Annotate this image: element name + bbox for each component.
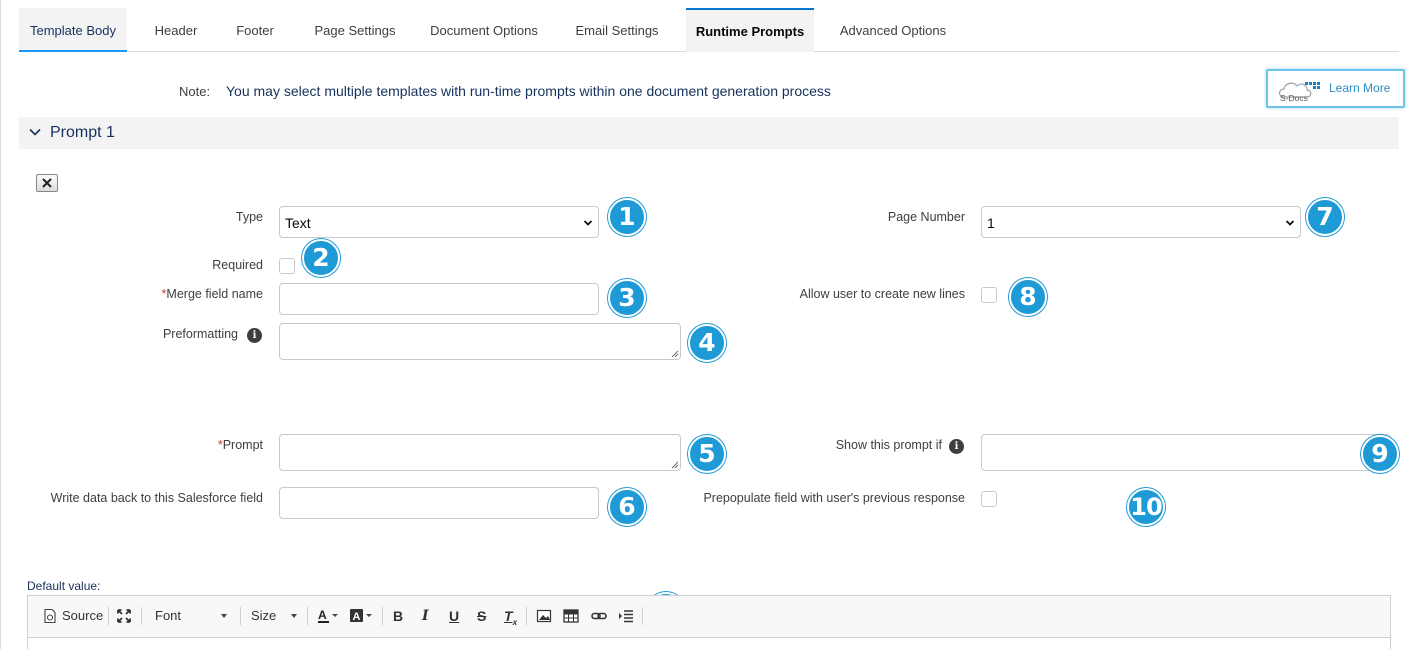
resize-grip-icon[interactable] bbox=[671, 350, 679, 358]
indent-icon[interactable] bbox=[618, 608, 634, 624]
prepopulate-checkbox[interactable] bbox=[981, 491, 997, 507]
tab-page-settings[interactable]: Page Settings bbox=[303, 8, 407, 52]
annotation-badge: 8 bbox=[1009, 278, 1047, 316]
type-label: Type bbox=[235, 210, 263, 224]
bold-button[interactable]: B bbox=[393, 596, 403, 636]
italic-button[interactable]: I bbox=[422, 596, 429, 636]
tab-email-settings[interactable]: Email Settings bbox=[567, 8, 667, 52]
allow-new-lines-label: Allow user to create new lines bbox=[799, 287, 965, 301]
tab-header[interactable]: Header bbox=[141, 8, 211, 52]
resize-grip-icon[interactable] bbox=[671, 461, 679, 469]
default-value-editor-body[interactable] bbox=[28, 637, 1390, 649]
required-label: Required bbox=[212, 258, 263, 272]
required-checkbox[interactable] bbox=[279, 258, 295, 274]
remove-format-button[interactable]: Tx bbox=[504, 596, 517, 636]
default-value-editor: Source Font Size A A B I U S Tx bbox=[27, 595, 1391, 649]
chevron-down-icon bbox=[1286, 220, 1294, 226]
prompt-section-header[interactable]: Prompt 1 bbox=[19, 117, 1399, 149]
page-left-border bbox=[0, 0, 1, 649]
source-button[interactable]: Source bbox=[62, 596, 103, 636]
annotation-badge: 5 bbox=[688, 435, 726, 473]
prepopulate-label: Prepopulate field with user's previous r… bbox=[703, 491, 965, 505]
allow-new-lines-checkbox[interactable] bbox=[981, 287, 997, 303]
annotation-badge: 2 bbox=[302, 239, 340, 277]
svg-text:A: A bbox=[353, 611, 361, 623]
chevron-down-icon bbox=[29, 128, 41, 136]
type-select[interactable]: Text bbox=[279, 206, 599, 238]
toolbar-separator bbox=[108, 607, 109, 625]
table-icon[interactable] bbox=[563, 608, 579, 624]
annotation-badge: 10 bbox=[1127, 488, 1165, 526]
source-icon[interactable] bbox=[42, 608, 58, 624]
show-prompt-if-input[interactable] bbox=[981, 434, 1391, 471]
prompt-label-text: Prompt bbox=[222, 438, 263, 452]
learn-more-label: Learn More bbox=[1329, 81, 1391, 95]
toolbar-separator bbox=[307, 607, 308, 625]
prompt-textarea[interactable] bbox=[279, 434, 681, 471]
size-dropdown[interactable]: Size bbox=[251, 596, 276, 636]
annotation-badge: 7 bbox=[1306, 198, 1344, 236]
page-number-select[interactable]: 1 bbox=[981, 206, 1301, 238]
merge-field-name-label: *Merge field name bbox=[162, 287, 263, 301]
s-docs-logo-icon: S-Docs bbox=[1278, 82, 1320, 103]
caret-down-icon bbox=[291, 614, 297, 618]
write-back-label: Write data back to this Salesforce field bbox=[50, 491, 263, 505]
merge-field-name-text: Merge field name bbox=[166, 287, 263, 301]
underline-button[interactable]: U bbox=[449, 596, 459, 636]
page-number-select-value: 1 bbox=[987, 215, 995, 231]
note-label: Note: bbox=[179, 84, 211, 99]
remove-format-label: T bbox=[504, 608, 513, 624]
annotation-badge: 9 bbox=[1361, 435, 1399, 473]
annotation-badge: 6 bbox=[608, 488, 646, 526]
toolbar-separator bbox=[141, 607, 142, 625]
tab-advanced-options[interactable]: Advanced Options bbox=[831, 8, 955, 52]
link-icon[interactable] bbox=[591, 608, 607, 624]
caret-down-icon bbox=[221, 614, 227, 618]
annotation-badge: 4 bbox=[688, 324, 726, 362]
tab-bar: Template Body Header Footer Page Setting… bbox=[19, 8, 1399, 52]
svg-text:A: A bbox=[318, 608, 327, 622]
toolbar-separator bbox=[526, 607, 527, 625]
tab-runtime-prompts[interactable]: Runtime Prompts bbox=[686, 8, 814, 52]
default-value-label: Default value: bbox=[27, 579, 101, 593]
learn-more-button[interactable]: S-Docs Learn More bbox=[1266, 69, 1405, 108]
annotation-badge: 3 bbox=[608, 279, 646, 317]
close-icon bbox=[42, 178, 52, 188]
toolbar-separator bbox=[240, 607, 241, 625]
info-icon[interactable]: i bbox=[949, 439, 964, 454]
font-dropdown[interactable]: Font bbox=[155, 596, 181, 636]
strikethrough-button[interactable]: S bbox=[477, 596, 486, 636]
annotation-badge: 1 bbox=[608, 198, 646, 236]
tab-document-options[interactable]: Document Options bbox=[423, 8, 545, 52]
toolbar-separator bbox=[642, 607, 643, 625]
image-icon[interactable] bbox=[536, 608, 552, 624]
tab-footer[interactable]: Footer bbox=[225, 8, 285, 52]
show-prompt-if-label: Show this prompt if bbox=[835, 438, 942, 452]
chevron-down-icon bbox=[584, 220, 592, 226]
page-number-label: Page Number bbox=[887, 210, 965, 224]
preformatting-label: Preformatting bbox=[162, 327, 238, 341]
background-color-icon[interactable]: A bbox=[349, 608, 373, 624]
prompt-label: *Prompt bbox=[218, 438, 263, 452]
toolbar-separator bbox=[382, 607, 383, 625]
prompt-section-title: Prompt 1 bbox=[50, 124, 115, 141]
maximize-icon[interactable] bbox=[116, 608, 132, 624]
preformatting-textarea[interactable] bbox=[279, 323, 681, 360]
s-docs-logo-text: S-Docs bbox=[1280, 93, 1308, 103]
merge-field-name-input[interactable] bbox=[279, 283, 599, 315]
info-icon[interactable]: i bbox=[247, 328, 262, 343]
remove-prompt-button[interactable] bbox=[36, 174, 58, 192]
write-back-field-input[interactable] bbox=[279, 487, 599, 519]
type-select-value: Text bbox=[285, 215, 311, 231]
tab-template-body[interactable]: Template Body bbox=[19, 8, 127, 52]
text-color-icon[interactable]: A bbox=[317, 608, 339, 624]
note-text: You may select multiple templates with r… bbox=[226, 83, 831, 99]
